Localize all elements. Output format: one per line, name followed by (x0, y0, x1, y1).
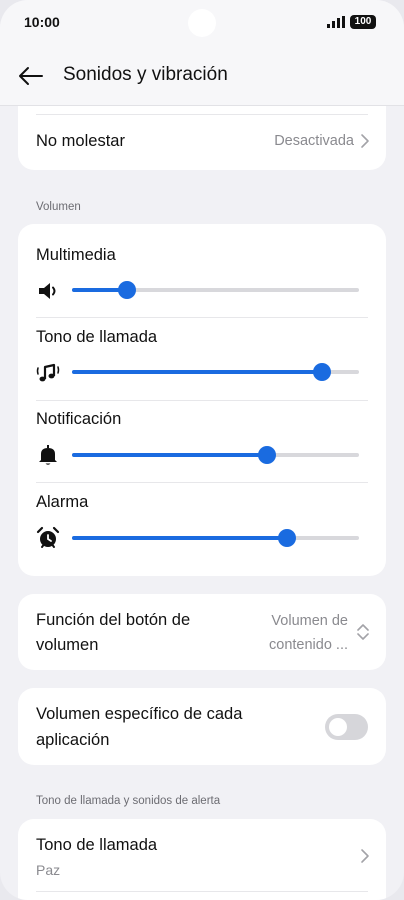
slider-thumb[interactable] (312, 363, 331, 381)
back-arrow-icon (19, 67, 43, 85)
ringtone-label: Tono de llamada (36, 836, 158, 854)
volume-button-value-line2: contenido ... (269, 637, 348, 653)
slider-thumb[interactable] (117, 281, 136, 299)
ringtone-row[interactable]: Tono de llamada Paz (18, 819, 386, 900)
bell-icon (39, 445, 57, 465)
page-title: Sonidos y vibración (63, 64, 228, 85)
slider-label-alarm: Alarma (36, 493, 89, 511)
slider-thumb[interactable] (278, 529, 297, 547)
do-not-disturb-value: Desactivada (274, 133, 354, 149)
notification-volume-slider[interactable] (72, 446, 359, 464)
signal-icon (327, 16, 345, 28)
alarm-volume-slider[interactable] (72, 529, 359, 547)
chevron-right-icon (361, 134, 369, 148)
camera-cutout (188, 9, 216, 37)
do-not-disturb-label: No molestar (36, 132, 125, 150)
slider-fill (72, 536, 288, 540)
music-note-icon (36, 363, 60, 382)
volume-card: Multimedia Tono de llamada Notificación (18, 224, 386, 576)
volume-button-value-line1: Volumen de (271, 613, 348, 629)
status-time: 10:00 (24, 14, 60, 30)
ringtone-value: Paz (36, 862, 61, 878)
multimedia-volume-slider[interactable] (72, 281, 359, 299)
speaker-icon (39, 283, 56, 299)
toggle-knob (329, 718, 347, 736)
chevron-right-icon (361, 849, 369, 863)
slider-label-ringtone: Tono de llamada (36, 328, 158, 346)
divider (36, 317, 368, 318)
slider-label-multimedia: Multimedia (36, 246, 116, 264)
alarm-clock-icon (36, 526, 60, 548)
divider (36, 482, 368, 483)
divider (36, 891, 368, 892)
divider (36, 400, 368, 401)
app-volume-label-line1: Volumen específico de cada (36, 705, 243, 723)
section-label-ringtones: Tono de llamada y sonidos de alerta (36, 795, 221, 807)
do-not-disturb-row[interactable]: No molestar Desactivada (18, 116, 386, 166)
divider (36, 114, 368, 115)
chevron-up-down-icon (357, 624, 369, 640)
app-volume-toggle[interactable] (325, 714, 368, 740)
app-header: Sonidos y vibración (0, 46, 404, 106)
slider-fill (72, 370, 322, 374)
ringtone-volume-slider[interactable] (72, 363, 359, 381)
volume-button-label-line1: Función del botón de (36, 611, 191, 629)
phone-screen: 10:00 100 Sonidos y vibración No molesta… (0, 0, 404, 900)
section-label-volume: Volumen (36, 201, 81, 213)
slider-fill (72, 453, 268, 457)
battery-icon: 100 (350, 15, 376, 29)
volume-button-label-line2: volumen (36, 636, 99, 654)
slider-label-notification: Notificación (36, 410, 122, 428)
slider-thumb[interactable] (258, 446, 277, 464)
status-bar: 10:00 100 (0, 0, 404, 46)
back-button[interactable] (12, 60, 48, 92)
volume-button-function-row[interactable]: Función del botón de volumen Volumen de … (18, 594, 386, 670)
app-specific-volume-row[interactable]: Volumen específico de cada aplicación (18, 688, 386, 765)
app-volume-label-line2: aplicación (36, 731, 110, 749)
